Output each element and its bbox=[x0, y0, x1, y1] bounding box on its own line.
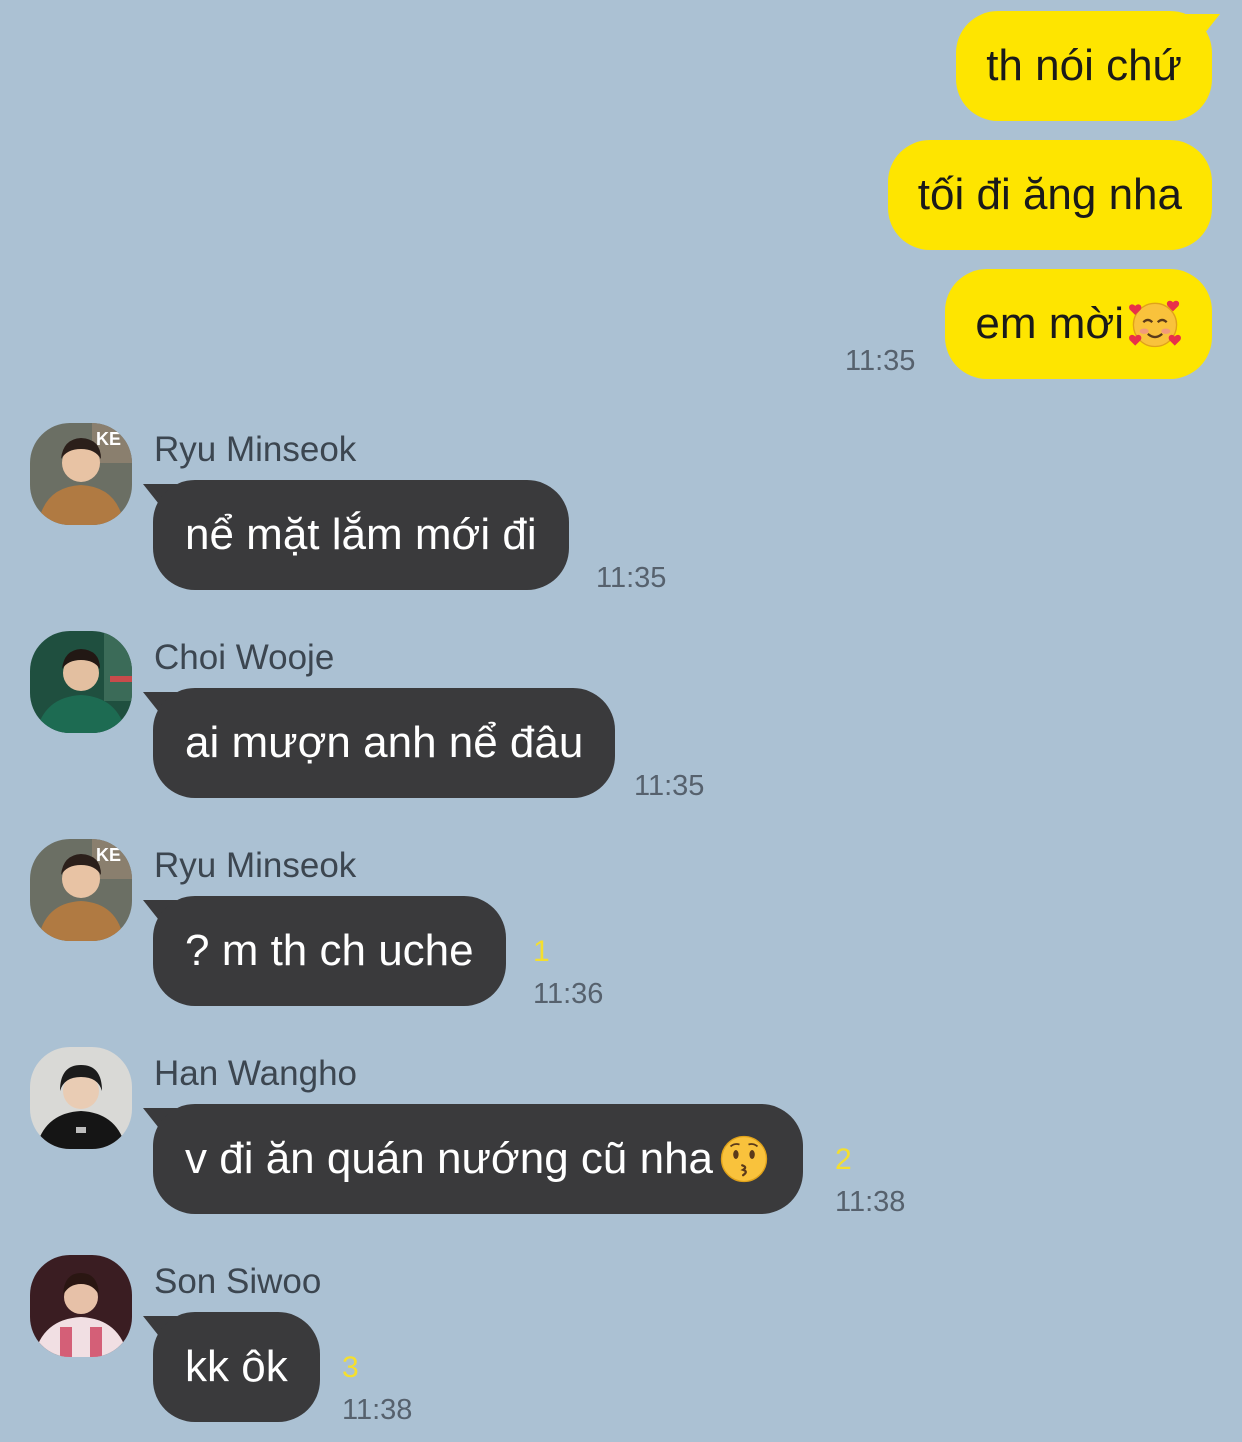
message-text: tối đi ăng nha bbox=[917, 170, 1182, 219]
profile-photo bbox=[30, 1047, 132, 1149]
incoming-message-bubble[interactable]: v đi ăn quán nướng cũ nha bbox=[153, 1104, 804, 1214]
avatar-ryu-minseok[interactable]: KE bbox=[30, 839, 132, 941]
chat-message-list[interactable]: th nói chứ tối đi ăng nha em mời 11:35 K… bbox=[0, 0, 1242, 1442]
message-text: kk ôk bbox=[185, 1342, 288, 1391]
message-text: em mời bbox=[975, 299, 1124, 348]
message-timestamp: 11:38 bbox=[835, 1186, 906, 1218]
message-text: th nói chứ bbox=[986, 41, 1182, 90]
profile-photo: KE bbox=[30, 839, 132, 941]
avatar-son-siwoo[interactable] bbox=[30, 1255, 132, 1357]
sender-name: Son Siwoo bbox=[154, 1262, 322, 1301]
unread-count: 1 bbox=[533, 935, 550, 968]
sender-name: Ryu Minseok bbox=[154, 846, 357, 885]
outgoing-message-bubble[interactable]: em mời bbox=[945, 269, 1212, 379]
message-text: nể mặt lắm mới đi bbox=[185, 510, 537, 559]
message-text: v đi ăn quán nướng cũ nha bbox=[185, 1134, 714, 1183]
unread-count: 3 bbox=[342, 1351, 359, 1384]
message-text: ai mượn anh nể đâu bbox=[185, 718, 584, 767]
outgoing-message-bubble[interactable]: tối đi ăng nha bbox=[887, 140, 1212, 250]
message-timestamp: 11:35 bbox=[634, 770, 705, 802]
sender-name: Ryu Minseok bbox=[154, 430, 357, 469]
message-timestamp: 11:38 bbox=[342, 1394, 413, 1426]
message-text: ? m th ch uche bbox=[185, 926, 474, 975]
message-timestamp: 11:35 bbox=[596, 562, 667, 594]
profile-photo bbox=[30, 1255, 132, 1357]
profile-photo: KE bbox=[30, 423, 132, 525]
svg-text:KE: KE bbox=[96, 845, 121, 865]
avatar-choi-wooje[interactable] bbox=[30, 631, 132, 733]
avatar-ryu-minseok[interactable]: KE bbox=[30, 423, 132, 525]
incoming-message-bubble[interactable]: ai mượn anh nể đâu bbox=[153, 688, 616, 798]
outgoing-message-bubble[interactable]: th nói chứ bbox=[956, 11, 1212, 121]
message-timestamp: 11:36 bbox=[533, 978, 604, 1010]
unread-count: 2 bbox=[835, 1143, 852, 1176]
sender-name: Choi Wooje bbox=[154, 638, 335, 677]
profile-photo bbox=[30, 631, 132, 733]
message-timestamp: 11:35 bbox=[845, 345, 916, 377]
incoming-message-bubble[interactable]: kk ôk bbox=[153, 1312, 320, 1422]
svg-text:KE: KE bbox=[96, 429, 121, 449]
avatar-han-wangho[interactable] bbox=[30, 1047, 132, 1149]
incoming-message-bubble[interactable]: ? m th ch uche bbox=[153, 896, 506, 1006]
incoming-message-bubble[interactable]: nể mặt lắm mới đi bbox=[153, 480, 569, 590]
sender-name: Han Wangho bbox=[154, 1054, 357, 1093]
smiling-face-with-hearts-emoji bbox=[1129, 300, 1181, 348]
kissing-face-emoji bbox=[720, 1135, 768, 1183]
